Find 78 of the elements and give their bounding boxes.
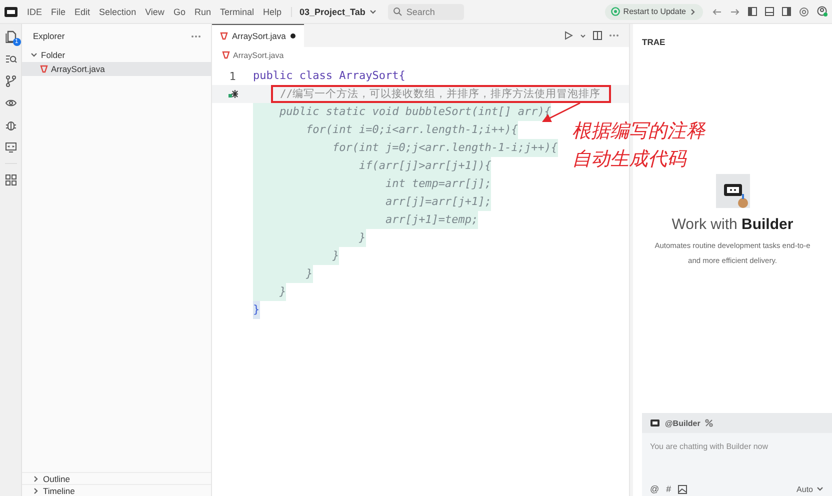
- image-icon[interactable]: [678, 484, 688, 494]
- annotation-text: 根据编写的注释: [572, 119, 705, 144]
- app-name: IDE: [27, 6, 42, 16]
- sparkle-icon[interactable]: [228, 89, 238, 99]
- sidebar-title: Explorer: [33, 31, 65, 41]
- right-panel-icon[interactable]: [782, 7, 791, 16]
- bug-icon[interactable]: [4, 119, 16, 131]
- java-file-icon: [40, 65, 48, 73]
- menu-item[interactable]: View: [145, 6, 164, 16]
- chevron-down-icon[interactable]: [30, 51, 38, 59]
- eye-icon[interactable]: [4, 97, 16, 109]
- section-header[interactable]: Timeline: [22, 484, 211, 496]
- unsaved-dot-icon: [290, 33, 296, 39]
- menu-item[interactable]: Go: [173, 6, 186, 16]
- power-icon: [611, 7, 620, 16]
- code-comment: //编写一个方法，可以接收数组，并排序，排序方法使用冒泡排序: [280, 87, 601, 101]
- menu-item[interactable]: Selection: [99, 6, 136, 16]
- line-number: 1: [229, 70, 236, 82]
- bottom-panel-icon[interactable]: [765, 7, 774, 16]
- agent-name: @Builder: [665, 418, 700, 428]
- percent-icon[interactable]: [705, 419, 714, 427]
- extensions-icon[interactable]: [4, 174, 16, 186]
- context-button[interactable]: @: [650, 484, 660, 494]
- section-header[interactable]: Outline: [22, 472, 211, 484]
- tree-item[interactable]: ArraySort.java: [22, 62, 211, 76]
- settings-icon[interactable]: [799, 6, 809, 16]
- chevron-down-icon[interactable]: [580, 32, 586, 38]
- breadcrumb[interactable]: ArraySort.java: [233, 50, 284, 60]
- java-file-icon: [222, 51, 230, 59]
- code-suggestion: for(int j=0;j<arr.length-1-i;j++){: [253, 139, 558, 157]
- app-logo-icon: [4, 6, 18, 18]
- search-icon[interactable]: [4, 53, 16, 65]
- code-suggestion: }: [253, 229, 366, 247]
- code-suggestion: int temp=arr[j];: [253, 175, 492, 193]
- restart-button[interactable]: Restart to Update: [605, 4, 703, 20]
- robot-icon: [716, 174, 750, 208]
- code-suggestion: }: [253, 247, 340, 265]
- chevron-right-icon[interactable]: [689, 8, 697, 16]
- arrow-left-icon[interactable]: [712, 8, 722, 16]
- left-panel-icon[interactable]: [748, 7, 757, 16]
- more-icon[interactable]: [191, 34, 201, 38]
- chevron-down-icon[interactable]: [816, 485, 824, 493]
- files-icon[interactable]: [4, 30, 16, 43]
- java-file-icon: [220, 32, 228, 40]
- search-field[interactable]: Search: [388, 4, 464, 20]
- menu-item[interactable]: Help: [262, 6, 282, 16]
- menu-item[interactable]: Run: [194, 6, 211, 16]
- mode-selector[interactable]: Auto: [796, 484, 824, 494]
- run-icon[interactable]: [564, 31, 573, 40]
- code-suggestion: }: [253, 283, 286, 301]
- code-suggestion: arr[j]=arr[j+1];: [253, 193, 492, 211]
- panel-title: TRAE: [641, 36, 666, 47]
- remote-icon[interactable]: [4, 141, 16, 153]
- menu-item[interactable]: Edit: [74, 6, 90, 16]
- menu-item[interactable]: File: [51, 6, 66, 16]
- account-icon[interactable]: [817, 6, 828, 17]
- code-suggestion: public static void bubbleSort(int[] arr){: [253, 103, 552, 121]
- split-editor-icon[interactable]: [593, 31, 602, 40]
- more-icon[interactable]: [609, 34, 619, 37]
- panel-heading: Work with Builder: [672, 216, 794, 233]
- context-button[interactable]: #: [666, 484, 672, 494]
- code-suggestion: for(int i=0;i<arr.length-1;i++){: [253, 121, 518, 139]
- arrow-right-icon[interactable]: [730, 8, 740, 16]
- menu-item[interactable]: Terminal: [220, 6, 254, 16]
- code-suggestion: if(arr[j]>arr[j+1]){: [253, 157, 492, 175]
- chevron-down-icon[interactable]: [369, 8, 378, 16]
- code-line: public class ArraySort{: [253, 68, 406, 84]
- editor-tab[interactable]: ArraySort.java: [212, 24, 304, 47]
- code-suggestion: arr[j+1]=temp;: [253, 211, 478, 229]
- chat-placeholder: You are chatting with Builder now: [649, 441, 769, 453]
- annotation-text: 自动生成代码: [572, 147, 688, 172]
- chat-input[interactable]: @Builder You are chatting with Builder now @ # Auto: [642, 413, 832, 496]
- source-control-icon[interactable]: [4, 75, 16, 87]
- search-icon: [393, 7, 402, 16]
- project-selector[interactable]: 03_Project_Tab: [290, 6, 378, 16]
- tree-item[interactable]: Folder: [22, 48, 211, 62]
- agent-icon: [650, 419, 660, 427]
- code-suggestion: }: [253, 265, 313, 283]
